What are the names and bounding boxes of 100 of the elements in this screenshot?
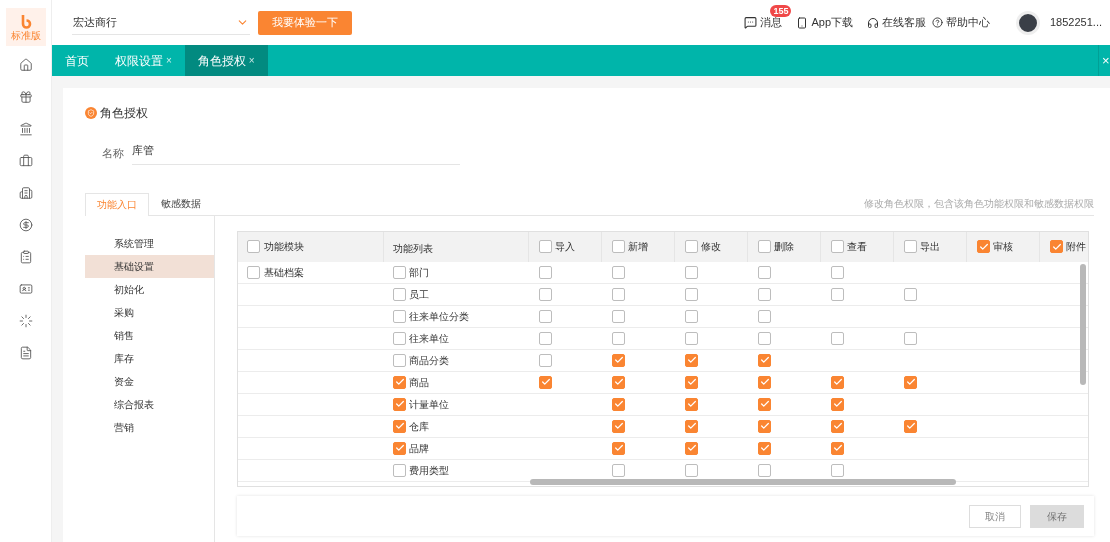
checkbox[interactable] — [393, 419, 406, 433]
checkbox[interactable] — [685, 375, 698, 389]
checkbox[interactable] — [685, 240, 698, 253]
checkbox[interactable] — [612, 353, 625, 367]
checkbox[interactable] — [393, 375, 406, 389]
checkbox[interactable] — [393, 441, 406, 455]
building-icon[interactable] — [18, 186, 33, 200]
checkbox[interactable] — [393, 397, 406, 411]
category-item[interactable]: 基础设置 — [85, 254, 214, 278]
checkbox[interactable] — [247, 265, 260, 279]
message-icon[interactable] — [744, 16, 758, 29]
vertical-scrollbar[interactable] — [1080, 263, 1086, 385]
checkbox[interactable] — [831, 240, 844, 253]
app-download-link[interactable]: App下载 — [811, 14, 853, 31]
checkbox[interactable] — [612, 463, 625, 477]
checkbox[interactable] — [539, 331, 552, 345]
checkbox[interactable] — [904, 331, 917, 345]
category-item[interactable]: 综合报表 — [85, 392, 214, 416]
checkbox[interactable] — [1050, 240, 1063, 253]
checkbox[interactable] — [612, 441, 625, 455]
clipboard-icon[interactable] — [18, 250, 33, 264]
headset-icon[interactable] — [867, 16, 879, 29]
checkbox[interactable] — [539, 375, 552, 389]
close-tab-icon[interactable]: × — [248, 53, 255, 68]
checkbox[interactable] — [685, 265, 698, 279]
category-item[interactable]: 销售 — [85, 323, 214, 347]
checkbox[interactable] — [539, 353, 552, 367]
checkbox[interactable] — [612, 265, 625, 279]
category-item[interactable]: 系统管理 — [85, 231, 214, 255]
checkbox[interactable] — [247, 240, 260, 253]
help-icon[interactable] — [932, 17, 943, 28]
checkbox[interactable] — [685, 441, 698, 455]
cancel-button[interactable]: 取消 — [969, 504, 1021, 528]
checkbox[interactable] — [758, 265, 771, 279]
id-card-icon[interactable] — [18, 282, 33, 296]
checkbox[interactable] — [612, 309, 625, 323]
coin-icon[interactable] — [18, 218, 33, 232]
checkbox[interactable] — [831, 441, 844, 455]
checkbox[interactable] — [831, 287, 844, 301]
checkbox[interactable] — [393, 463, 406, 477]
checkbox[interactable] — [539, 240, 552, 253]
checkbox[interactable] — [612, 331, 625, 345]
checkbox[interactable] — [758, 419, 771, 433]
checkbox[interactable] — [904, 240, 917, 253]
support-link[interactable]: 在线客服 — [882, 14, 926, 31]
checkbox[interactable] — [831, 331, 844, 345]
checkbox[interactable] — [904, 375, 917, 389]
checkbox[interactable] — [758, 441, 771, 455]
checkbox[interactable] — [393, 309, 406, 323]
checkbox[interactable] — [758, 463, 771, 477]
checkbox[interactable] — [612, 375, 625, 389]
checkbox[interactable] — [685, 309, 698, 323]
checkbox[interactable] — [612, 287, 625, 301]
document-icon[interactable] — [18, 346, 33, 360]
checkbox[interactable] — [758, 375, 771, 389]
name-field[interactable]: 库管 — [132, 142, 460, 165]
checkbox[interactable] — [393, 287, 406, 301]
checkbox[interactable] — [758, 397, 771, 411]
category-item[interactable]: 初始化 — [85, 277, 214, 301]
checkbox[interactable] — [539, 265, 552, 279]
avatar[interactable] — [1016, 10, 1040, 35]
horizontal-scrollbar[interactable] — [530, 479, 956, 486]
checkbox[interactable] — [393, 265, 406, 279]
page-tab[interactable]: 角色授权 × — [184, 45, 268, 76]
checkbox[interactable] — [831, 265, 844, 279]
company-select[interactable]: 宏达商行 — [72, 10, 250, 35]
checkbox[interactable] — [539, 287, 552, 301]
checkbox[interactable] — [831, 397, 844, 411]
checkbox[interactable] — [685, 287, 698, 301]
checkbox[interactable] — [758, 331, 771, 345]
checkbox[interactable] — [612, 397, 625, 411]
checkbox[interactable] — [393, 331, 406, 345]
username[interactable]: 1852251... — [1050, 14, 1102, 31]
help-link[interactable]: 帮助中心 — [946, 14, 990, 31]
checkbox[interactable] — [758, 353, 771, 367]
category-item[interactable]: 采购 — [85, 300, 214, 324]
checkbox[interactable] — [612, 240, 625, 253]
checkbox[interactable] — [393, 353, 406, 367]
category-item[interactable]: 资金 — [85, 369, 214, 393]
checkbox[interactable] — [685, 331, 698, 345]
checkbox[interactable] — [831, 463, 844, 477]
checkbox[interactable] — [831, 419, 844, 433]
checkbox[interactable] — [904, 287, 917, 301]
checkbox[interactable] — [685, 353, 698, 367]
checkbox[interactable] — [685, 397, 698, 411]
checkbox[interactable] — [758, 287, 771, 301]
briefcase-icon[interactable] — [18, 154, 33, 168]
checkbox[interactable] — [831, 375, 844, 389]
category-item[interactable]: 营销 — [85, 415, 214, 439]
category-item[interactable]: 库存 — [85, 346, 214, 370]
gift-icon[interactable] — [18, 90, 33, 104]
loader-icon[interactable] — [18, 314, 33, 328]
phone-icon[interactable] — [796, 16, 809, 29]
section-tab[interactable]: 敏感数据 — [149, 191, 213, 215]
checkbox[interactable] — [904, 419, 917, 433]
checkbox[interactable] — [612, 419, 625, 433]
checkbox[interactable] — [758, 309, 771, 323]
home-icon[interactable] — [18, 58, 33, 72]
bank-icon[interactable] — [18, 122, 33, 136]
checkbox[interactable] — [977, 240, 990, 253]
